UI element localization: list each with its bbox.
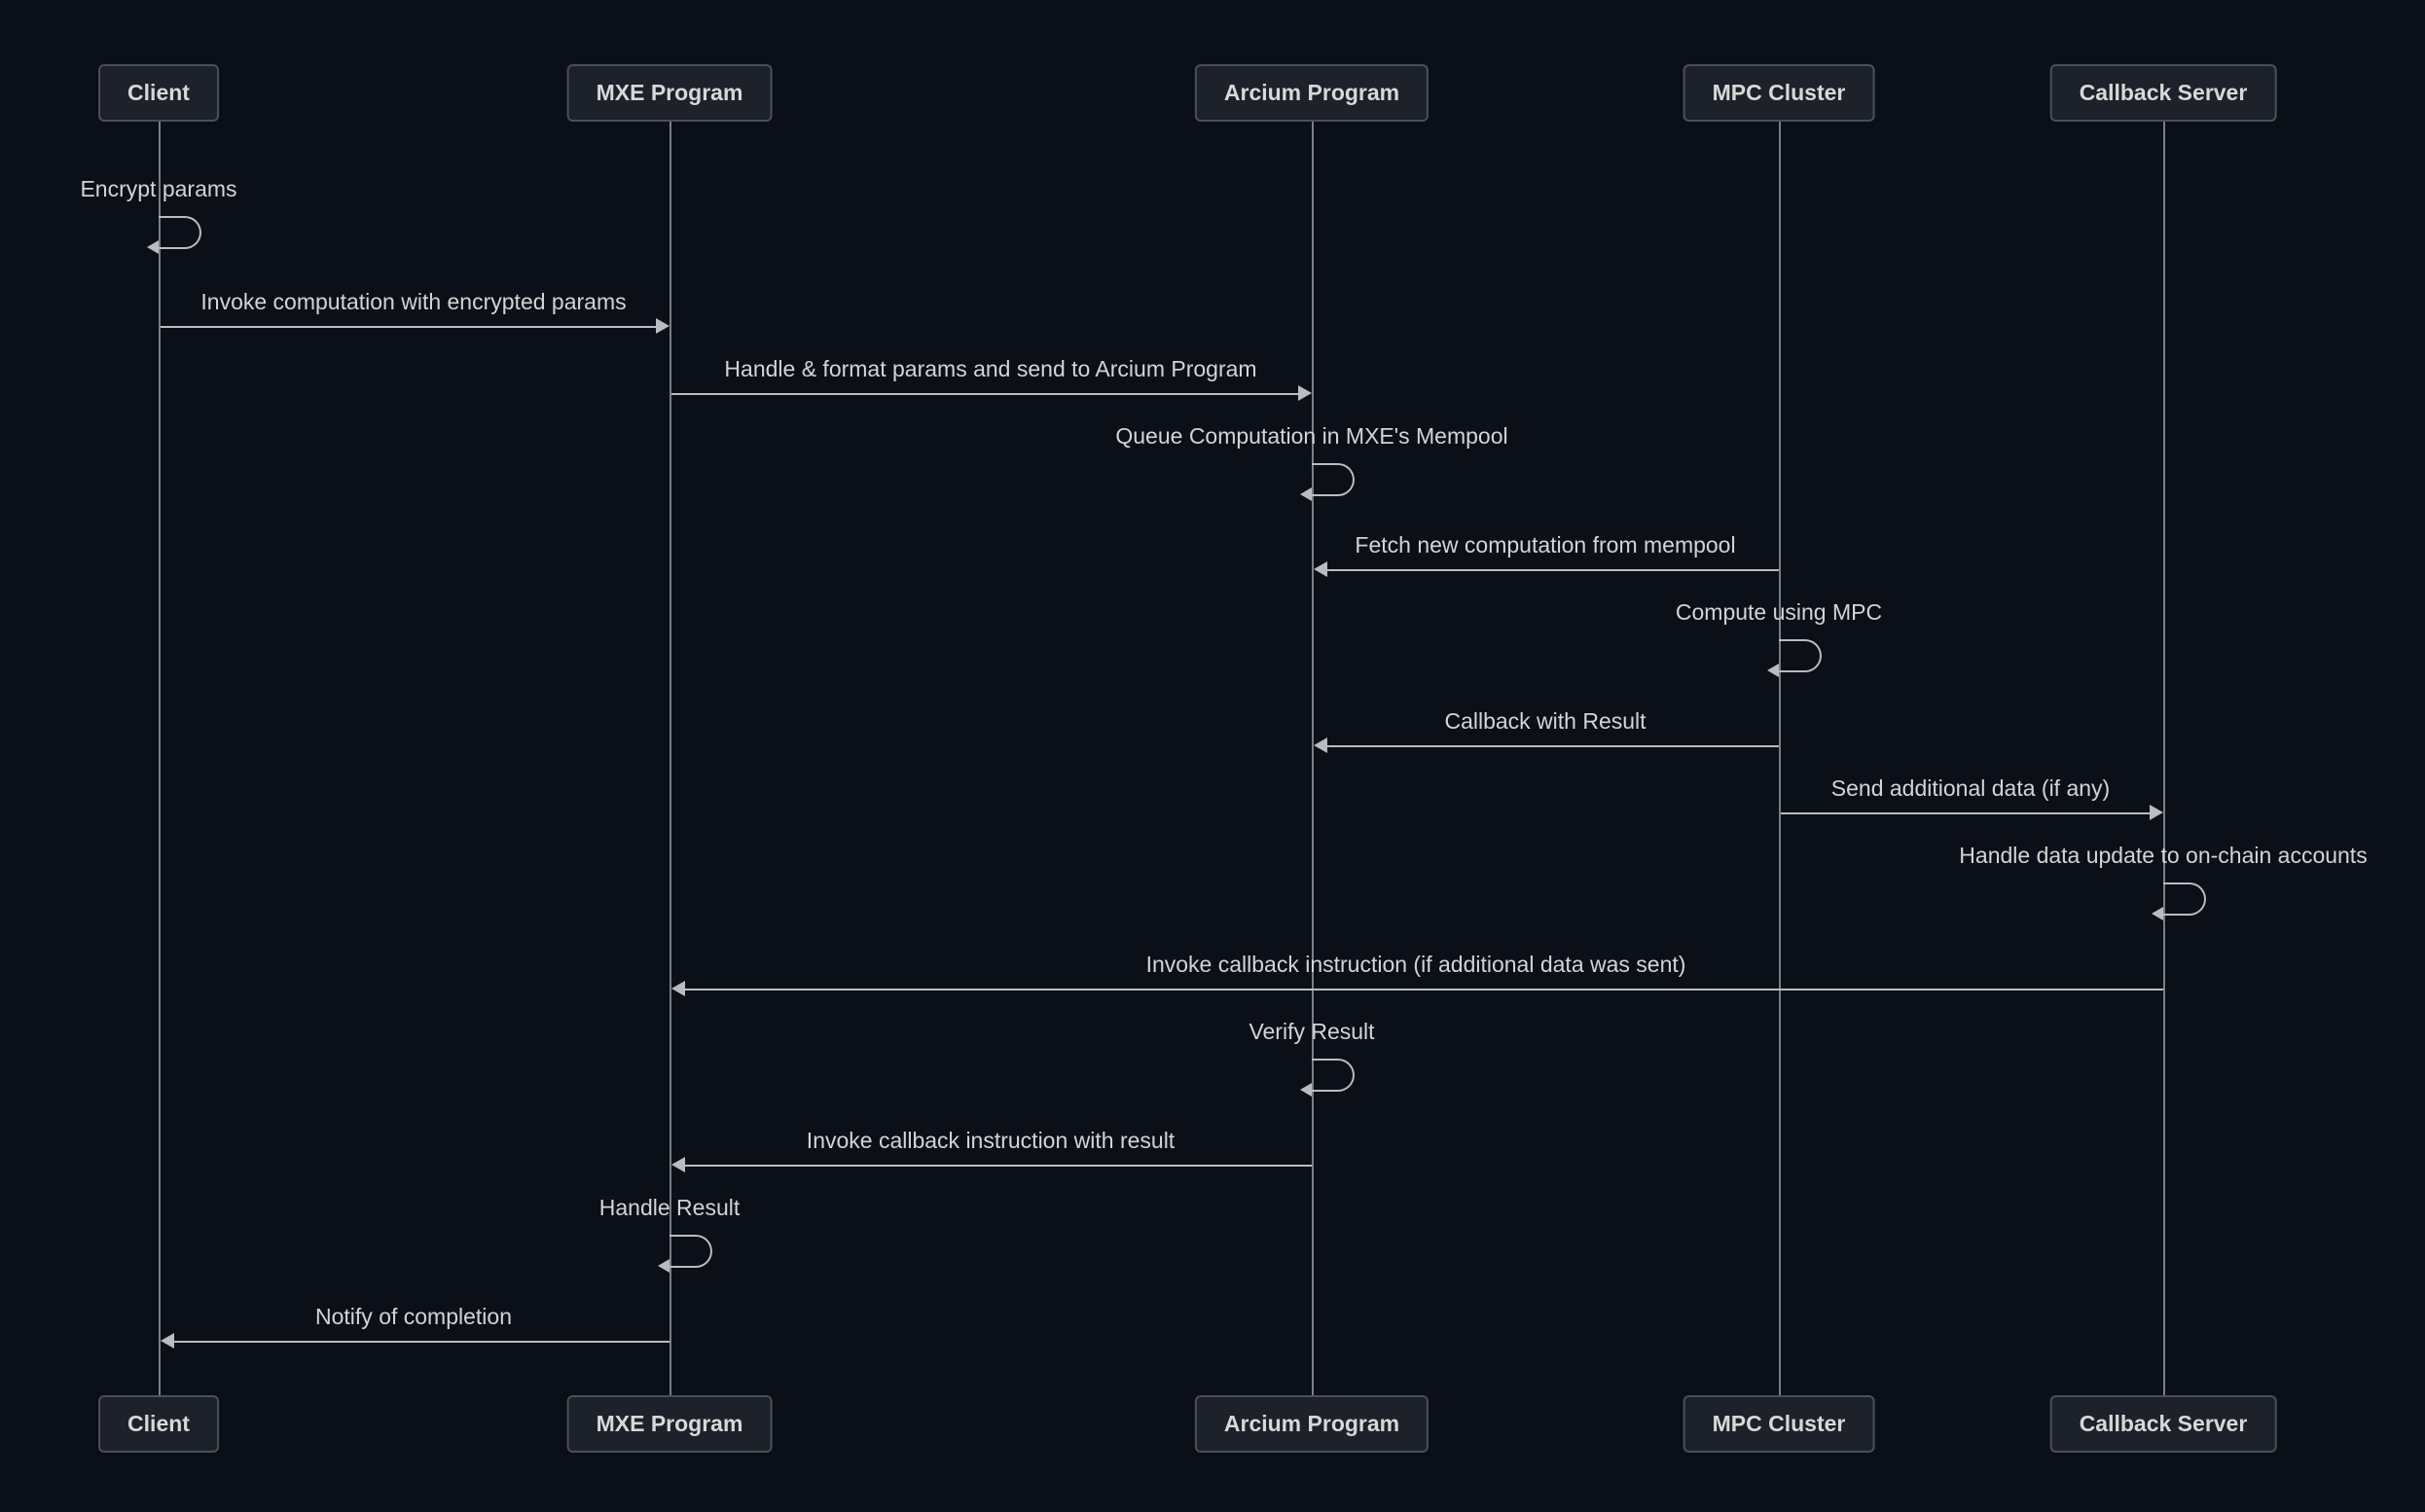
msg-compute-mpc: Compute using MPC [1676,599,1882,626]
arrow-shaft [1781,812,2150,814]
arrow-head-icon [656,318,670,334]
arrow-shaft [671,393,1298,395]
msg-handle-format: Handle & format params and send to Arciu… [724,356,1256,382]
lifeline-client [159,117,161,1395]
lifeline-mpc-cluster [1779,117,1781,1395]
msg-callback-result: Callback with Result [1444,708,1646,735]
self-loop-icon [670,1235,712,1268]
actor-mxe-program-bottom: MXE Program [567,1395,773,1453]
self-loop-icon [159,216,201,249]
arrow-head-icon [1314,738,1327,753]
msg-invoke-computation: Invoke computation with encrypted params [200,289,626,315]
arrow-shaft [683,989,2163,990]
arrow-head-icon [1314,561,1327,577]
msg-invoke-callback-additional: Invoke callback instruction (if addition… [1146,952,1686,978]
msg-handle-result: Handle Result [599,1195,740,1221]
lifeline-callback-server [2163,117,2165,1395]
msg-notify-completion: Notify of completion [315,1304,512,1330]
arrow-head-icon [671,981,685,996]
arrow-shaft [1325,569,1779,571]
actor-mxe-program-top: MXE Program [567,64,773,122]
arrow-head-icon [1298,385,1312,401]
msg-invoke-callback-result: Invoke callback instruction with result [807,1128,1175,1154]
actor-client-top: Client [98,64,219,122]
arrow-shaft [683,1165,1312,1167]
self-loop-icon [1312,463,1355,496]
msg-handle-data-update: Handle data update to on-chain accounts [1959,843,2367,869]
actor-callback-server-bottom: Callback Server [2050,1395,2277,1453]
sequence-diagram: Client MXE Program Arcium Program MPC Cl… [0,0,2425,1512]
msg-verify-result: Verify Result [1249,1019,1374,1045]
actor-client-bottom: Client [98,1395,219,1453]
self-loop-icon [1779,639,1822,672]
msg-queue-computation: Queue Computation in MXE's Mempool [1115,423,1507,450]
actor-mpc-cluster-bottom: MPC Cluster [1683,1395,1875,1453]
actor-arcium-program-bottom: Arcium Program [1195,1395,1429,1453]
arrow-head-icon [161,1333,174,1349]
msg-fetch-computation: Fetch new computation from mempool [1355,532,1735,558]
actor-mpc-cluster-top: MPC Cluster [1683,64,1875,122]
self-loop-icon [2163,882,2206,916]
arrow-shaft [1325,745,1779,747]
arrow-head-icon [671,1157,685,1172]
actor-arcium-program-top: Arcium Program [1195,64,1429,122]
msg-encrypt-params: Encrypt params [80,176,236,202]
lifeline-arcium-program [1312,117,1314,1395]
arrow-head-icon [2150,805,2163,820]
arrow-shaft [172,1341,670,1343]
self-loop-icon [1312,1059,1355,1092]
arrow-shaft [161,326,656,328]
msg-send-additional-data: Send additional data (if any) [1831,775,2110,802]
actor-callback-server-top: Callback Server [2050,64,2277,122]
